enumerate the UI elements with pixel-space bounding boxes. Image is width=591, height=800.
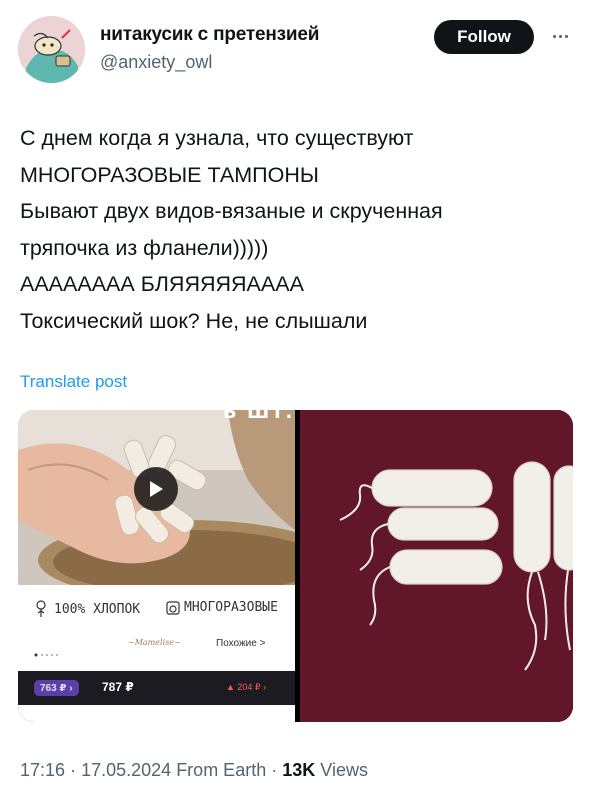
tweet-meta: 17:16 · 17.05.2024 From Earth · 13K View…	[20, 760, 368, 781]
more-options-icon[interactable]	[545, 28, 575, 44]
media-grid: Ь ШТ. 100% ХЛОПОК МНОГОРАЗОВЫЕ ~Mamelise…	[18, 410, 573, 722]
media-photo-crochet[interactable]	[300, 410, 573, 722]
meta-separator: ·	[70, 760, 77, 780]
translate-post-link[interactable]: Translate post	[20, 372, 127, 392]
tweet-line: Бывают двух видов-вязаные и скрученная	[20, 199, 443, 223]
tweet-header: нитакусик с претензией @anxiety_owl Foll…	[0, 0, 591, 96]
follow-button[interactable]: Follow	[434, 20, 534, 54]
carousel-dots	[34, 644, 64, 657]
reusable-label-text: МНОГОРАЗОВЫЕ	[184, 600, 278, 615]
tweet-line: тряпочка из фланели)))))	[20, 235, 269, 260]
tweet-line: АААААААА БЛЯЯЯЯЯАААА	[20, 272, 304, 296]
tweet-line: С днем когда я узнала, что существуют	[20, 126, 414, 150]
play-video-icon[interactable]	[134, 467, 178, 511]
tweet-line: МНОГОРАЗОВЫЕ ТАМПОНЫ	[20, 162, 319, 187]
tweet-text: С днем когда я узнала, что существуют МН…	[20, 120, 580, 339]
media-video-ad[interactable]: Ь ШТ. 100% ХЛОПОК МНОГОРАЗОВЫЕ ~Mamelise…	[18, 410, 295, 722]
tweet-line: Токсический шок? Не, не слышали	[20, 308, 368, 333]
similar-items-link[interactable]: Похожие >	[216, 638, 265, 649]
cotton-label-text: 100% ХЛОПОК	[54, 601, 141, 617]
brand-logo: ~Mamelise~	[128, 638, 181, 647]
avatar[interactable]	[18, 16, 85, 83]
avatar-illustration	[18, 16, 85, 83]
post-date[interactable]: 17.05.2024	[81, 760, 171, 780]
cotton-label: 100% ХЛОПОК	[34, 600, 140, 618]
views-label: Views	[320, 760, 368, 780]
views-count: 13K	[282, 760, 316, 780]
author-handle[interactable]: @anxiety_owl	[100, 52, 212, 73]
discount-price[interactable]: ▲ 204 ₽ ›	[226, 682, 266, 693]
ad-overlay-text: Ь ШТ.	[223, 410, 295, 423]
meta-separator: ·	[271, 760, 278, 780]
ad-photo: Ь ШТ.	[18, 410, 295, 585]
price-value: 787 ₽	[102, 680, 134, 694]
post-time[interactable]: 17:16	[20, 760, 65, 780]
post-source: From Earth	[176, 760, 267, 780]
crochet-tampons-image	[300, 410, 573, 722]
author-display-name[interactable]: нитакусик с претензией	[100, 24, 319, 46]
card-price-badge[interactable]: 763 ₽ ›	[34, 680, 79, 696]
reusable-label: МНОГОРАЗОВЫЕ	[166, 600, 278, 615]
washing-machine-icon	[166, 600, 180, 615]
cotton-flower-icon	[36, 600, 46, 617]
